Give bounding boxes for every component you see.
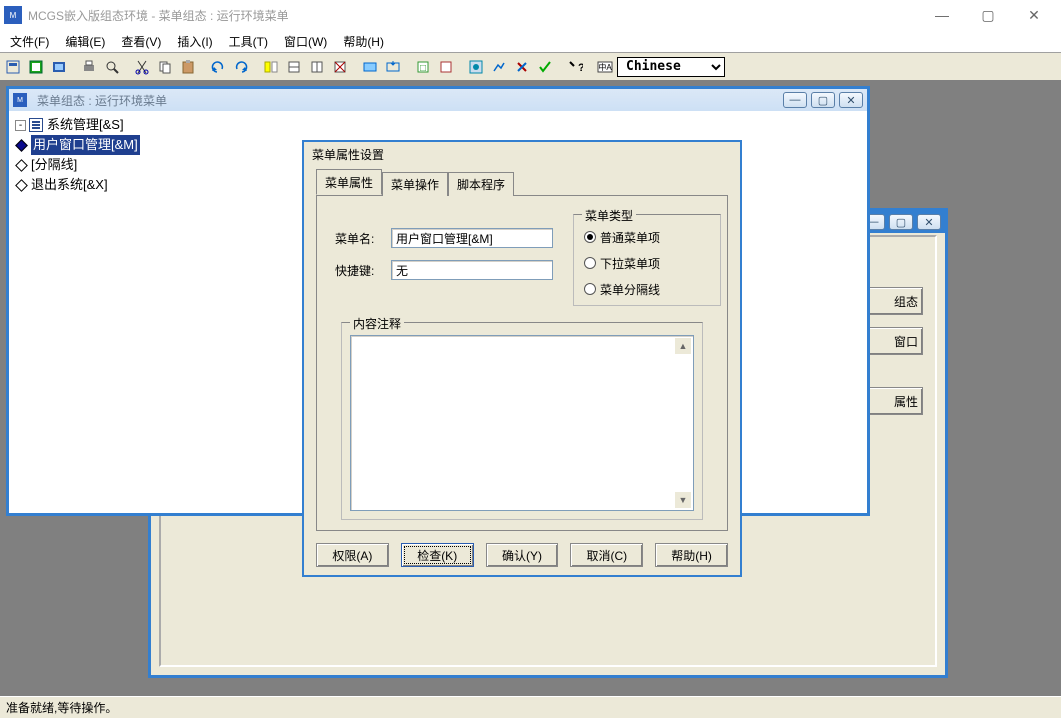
menu-window[interactable]: 窗口(W) — [278, 31, 333, 52]
tab-menu-action[interactable]: 菜单操作 — [382, 172, 448, 196]
menu-edit[interactable]: 编辑(E) — [59, 31, 111, 52]
tb-j2[interactable] — [488, 56, 510, 78]
radio-icon — [584, 231, 596, 243]
radio-separator[interactable]: 菜单分隔线 — [574, 279, 720, 299]
dialog-button-row: 权限(A) 检查(K) 确认(Y) 取消(C) 帮助(H) — [316, 543, 728, 567]
menubar: 文件(F) 编辑(E) 查看(V) 插入(I) 工具(T) 窗口(W) 帮助(H… — [0, 30, 1061, 52]
menu-name-input[interactable] — [391, 228, 553, 248]
status-text: 准备就绪,等待操作。 — [6, 699, 117, 716]
tb-3[interactable] — [48, 56, 70, 78]
doc-icon — [29, 118, 43, 132]
menu-view[interactable]: 查看(V) — [115, 31, 167, 52]
dialog-title: 菜单属性设置 — [304, 142, 740, 167]
toolbar: □ ? 中A Chinese — [0, 52, 1061, 80]
mdi-max[interactable]: ▢ — [811, 92, 835, 108]
menu-help[interactable]: 帮助(H) — [337, 31, 390, 52]
side-btn-1[interactable]: 组态 — [867, 287, 923, 315]
tb-undo[interactable] — [207, 56, 229, 78]
side-btn-3[interactable]: 属性 — [867, 387, 923, 415]
cancel-button[interactable]: 取消(C) — [570, 543, 643, 567]
tree-root[interactable]: -系统管理[&S] — [15, 115, 140, 135]
tree-node-3[interactable]: 退出系统[&X] — [15, 175, 140, 195]
tb-help-icon[interactable]: ? — [564, 56, 586, 78]
tb-g3[interactable] — [306, 56, 328, 78]
workspace: — ▢ ✕ 组态 窗口 属性 M 菜单组态 : 运行环境菜单 — ▢ ✕ -系统… — [0, 80, 1061, 696]
tb-h2[interactable] — [382, 56, 404, 78]
radio-icon — [584, 283, 596, 295]
tb-g1[interactable] — [260, 56, 282, 78]
app-icon: M — [4, 6, 22, 24]
comment-legend: 内容注释 — [350, 315, 404, 332]
tb-i2[interactable] — [435, 56, 457, 78]
bgwin-max[interactable]: ▢ — [889, 214, 913, 230]
ok-button[interactable]: 确认(Y) — [486, 543, 559, 567]
perm-button[interactable]: 权限(A) — [316, 543, 389, 567]
tb-print[interactable] — [78, 56, 100, 78]
check-button[interactable]: 检查(K) — [401, 543, 474, 567]
menu-type-group: 菜单类型 普通菜单项 下拉菜单项 菜单分隔线 — [573, 214, 721, 306]
titlebar: M MCGS嵌入版组态环境 - 菜单组态 : 运行环境菜单 — ▢ ✕ — [0, 0, 1061, 30]
hotkey-input[interactable] — [391, 260, 553, 280]
tab-menu-property[interactable]: 菜单属性 — [316, 169, 382, 195]
close-button[interactable]: ✕ — [1011, 0, 1057, 30]
tb-paste[interactable] — [177, 56, 199, 78]
radio-dropdown[interactable]: 下拉菜单项 — [574, 253, 720, 273]
tb-2[interactable] — [25, 56, 47, 78]
radio-normal[interactable]: 普通菜单项 — [574, 227, 720, 247]
help-button[interactable]: 帮助(H) — [655, 543, 728, 567]
radio-icon — [584, 257, 596, 269]
menu-file[interactable]: 文件(F) — [4, 31, 55, 52]
app-title: MCGS嵌入版组态环境 - 菜单组态 : 运行环境菜单 — [28, 7, 289, 24]
diamond-icon — [15, 179, 28, 192]
menu-name-label: 菜单名: — [335, 230, 391, 247]
menu-insert[interactable]: 插入(I) — [171, 31, 218, 52]
tb-lang-icon[interactable]: 中A — [594, 56, 616, 78]
mdi-icon: M — [13, 93, 27, 107]
minimize-button[interactable]: — — [919, 0, 965, 30]
menu-tools[interactable]: 工具(T) — [223, 31, 274, 52]
maximize-button[interactable]: ▢ — [965, 0, 1011, 30]
side-btn-2[interactable]: 窗口 — [867, 327, 923, 355]
tb-copy[interactable] — [154, 56, 176, 78]
tb-redo[interactable] — [230, 56, 252, 78]
svg-text:□: □ — [420, 63, 426, 74]
statusbar: 准备就绪,等待操作。 — [0, 696, 1061, 718]
scroll-up-icon[interactable]: ▲ — [675, 338, 691, 354]
tb-j4[interactable] — [534, 56, 556, 78]
diamond-icon — [15, 139, 28, 152]
menu-property-dialog: 菜单属性设置 菜单属性 菜单操作 脚本程序 菜单名: 快捷键: 菜单类型 普通菜… — [302, 140, 742, 577]
hotkey-label: 快捷键: — [335, 262, 391, 279]
mdi-min[interactable]: — — [783, 92, 807, 108]
tb-g2[interactable] — [283, 56, 305, 78]
diamond-icon — [15, 159, 28, 172]
tree-node-2[interactable]: [分隔线] — [15, 155, 140, 175]
menu-tree[interactable]: -系统管理[&S] 用户窗口管理[&M] [分隔线] 退出系统[&X] — [15, 115, 140, 195]
menu-type-legend: 菜单类型 — [582, 207, 636, 224]
tabstrip: 菜单属性 菜单操作 脚本程序 — [316, 174, 728, 196]
tb-1[interactable] — [2, 56, 24, 78]
tb-i1[interactable]: □ — [412, 56, 434, 78]
tb-j1[interactable] — [465, 56, 487, 78]
collapse-icon[interactable]: - — [15, 120, 26, 131]
bgwin-close[interactable]: ✕ — [917, 214, 941, 230]
tab-page: 菜单名: 快捷键: 菜单类型 普通菜单项 下拉菜单项 菜单分隔线 内容注释 ▲ — [316, 196, 728, 531]
svg-text:中A: 中A — [598, 62, 612, 72]
comment-group: 内容注释 ▲ ▼ — [341, 322, 703, 520]
svg-text:?: ? — [578, 62, 583, 74]
mdi-close[interactable]: ✕ — [839, 92, 863, 108]
tab-script[interactable]: 脚本程序 — [448, 172, 514, 196]
tree-node-1[interactable]: 用户窗口管理[&M] — [15, 135, 140, 155]
comment-textarea[interactable]: ▲ ▼ — [350, 335, 694, 511]
mdi-title: 菜单组态 : 运行环境菜单 — [37, 92, 167, 109]
tb-g4[interactable] — [329, 56, 351, 78]
tb-j3[interactable] — [511, 56, 533, 78]
tb-h1[interactable] — [359, 56, 381, 78]
tb-preview[interactable] — [101, 56, 123, 78]
language-select[interactable]: Chinese — [617, 57, 725, 77]
tb-cut[interactable] — [131, 56, 153, 78]
scroll-down-icon[interactable]: ▼ — [675, 492, 691, 508]
